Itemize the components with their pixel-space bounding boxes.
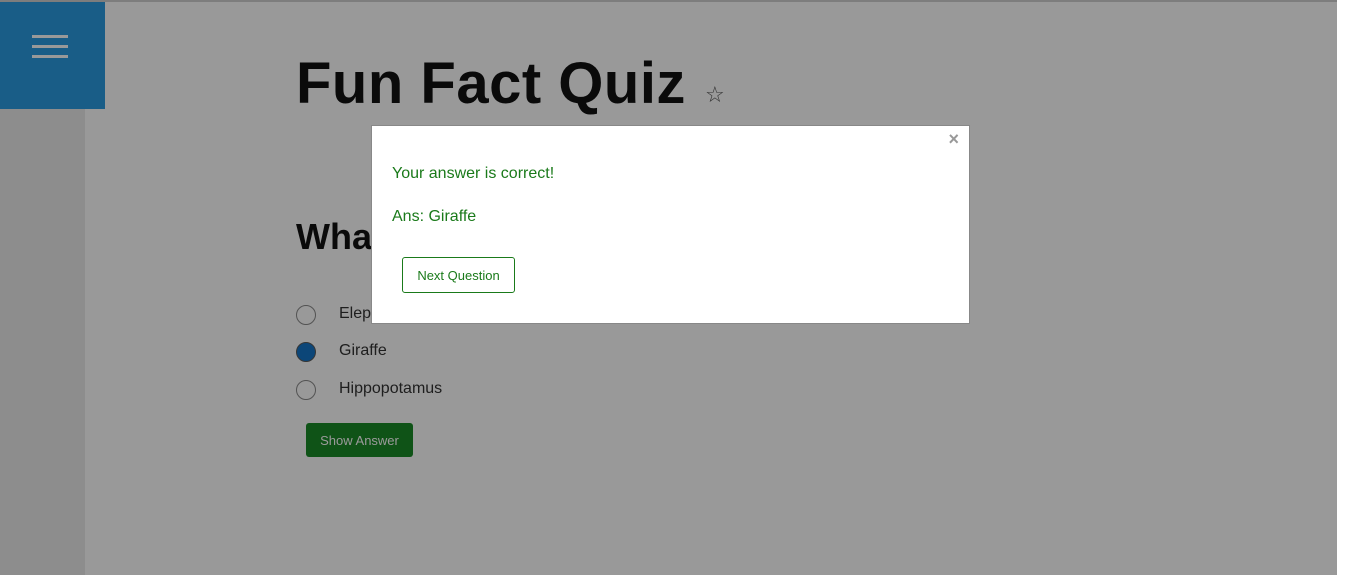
next-question-button[interactable]: Next Question [402, 257, 515, 293]
correct-answer: Ans: Giraffe [392, 208, 477, 225]
result-message: Your answer is correct! [392, 165, 555, 182]
close-icon[interactable]: × [948, 129, 959, 149]
scrollbar-gutter [1337, 0, 1351, 575]
answer-dialog: × Your answer is correct! Ans: Giraffe N… [371, 125, 970, 324]
